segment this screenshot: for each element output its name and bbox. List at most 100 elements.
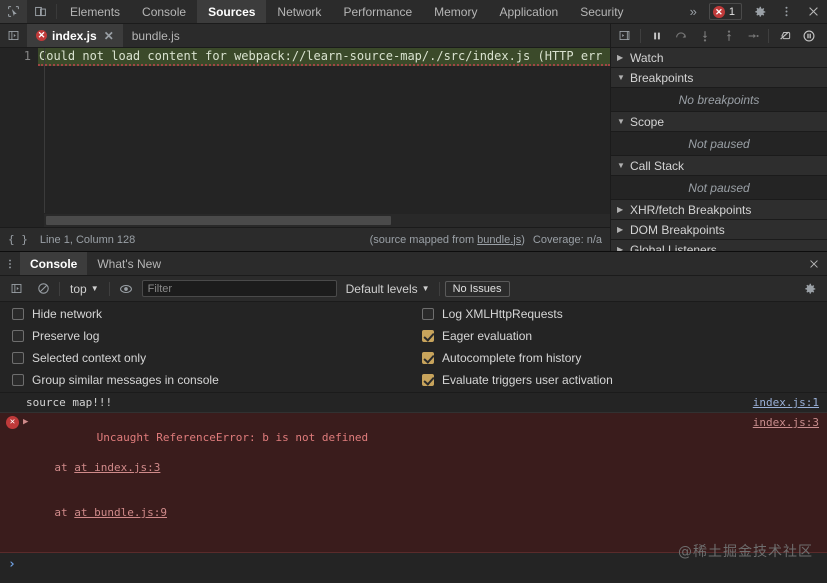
issues-button[interactable]: No Issues [444, 280, 510, 297]
deactivate-breakpoints-button[interactable] [773, 26, 796, 46]
console-error-message[interactable]: ✕ ▶ Uncaught ReferenceError: b is not de… [0, 413, 827, 553]
source-mapped-note: (source mapped from bundle.js) [370, 234, 525, 246]
console-log-message[interactable]: source map!!! index.js:1 [0, 393, 827, 413]
scrollbar-thumb[interactable] [46, 216, 391, 225]
section-call-stack[interactable]: ▼ Call Stack [611, 156, 827, 176]
message-source-link[interactable]: index.js:3 [743, 415, 819, 430]
file-tab-close-icon[interactable]: ✕ [104, 29, 114, 43]
section-watch[interactable]: ▶ Watch [611, 48, 827, 68]
close-drawer-icon[interactable] [801, 252, 827, 275]
section-breakpoints[interactable]: ▼ Breakpoints [611, 68, 827, 88]
section-title: Call Stack [630, 158, 685, 173]
setting-eager-evaluation[interactable]: Eager evaluation [422, 329, 827, 343]
setting-evaluate-triggers-user-activation[interactable]: Evaluate triggers user activation [422, 373, 827, 387]
checkbox[interactable] [422, 352, 434, 364]
tab-memory[interactable]: Memory [423, 0, 488, 23]
console-sidebar-icon[interactable] [5, 279, 27, 299]
main-tabbar-right: » ✕ 1 [682, 0, 827, 23]
section-xhr-fetch-breakpoints[interactable]: ▶ XHR/fetch Breakpoints [611, 200, 827, 220]
setting-autocomplete-from-history[interactable]: Autocomplete from history [422, 351, 827, 365]
file-tabbar: ✕ index.js ✕ bundle.js [0, 24, 610, 48]
close-icon[interactable] [800, 0, 827, 23]
code-editor[interactable]: 1 Could not load content for webpack://l… [0, 48, 610, 227]
source-mapped-file-link[interactable]: bundle.js [477, 234, 521, 246]
checkbox[interactable] [12, 308, 24, 320]
message-text: source map!!! [26, 396, 113, 409]
file-tab-bundle-js[interactable]: bundle.js [123, 24, 189, 47]
checkbox[interactable] [422, 308, 434, 320]
drawer-tab-whats-new[interactable]: What's New [87, 252, 171, 275]
setting-label: Hide network [32, 307, 103, 321]
section-global-listeners[interactable]: ▶ Global Listeners [611, 240, 827, 251]
file-tab-label: bundle.js [131, 28, 180, 43]
more-options-icon[interactable] [773, 0, 800, 23]
checkbox[interactable] [422, 374, 434, 386]
code-content[interactable]: Could not load content for webpack://lea… [38, 48, 610, 66]
editor-horizontal-scrollbar[interactable] [44, 214, 610, 227]
console-filter-input[interactable] [141, 280, 337, 297]
tab-console[interactable]: Console [131, 0, 197, 23]
status-bar-right: (source mapped from bundle.js) Coverage:… [370, 234, 602, 246]
pause-resume-script-button[interactable] [645, 26, 668, 46]
step-into-button[interactable] [693, 26, 716, 46]
stack-link[interactable]: at index.js:3 [74, 461, 160, 474]
step-out-button[interactable] [717, 26, 740, 46]
toolbar-divider [108, 281, 110, 296]
tab-security[interactable]: Security [569, 0, 634, 23]
setting-label: Group similar messages in console [32, 373, 219, 387]
setting-log-xmlhttprequests[interactable]: Log XMLHttpRequests [422, 307, 827, 321]
live-expression-icon[interactable] [115, 279, 137, 299]
error-count-badge[interactable]: ✕ 1 [708, 3, 742, 20]
error-icon: ✕ [712, 5, 725, 18]
line-number: 1 [0, 48, 38, 66]
show-navigator-icon[interactable] [0, 24, 27, 47]
section-title: Watch [630, 50, 664, 65]
section-scope[interactable]: ▼ Scope [611, 112, 827, 132]
tab-elements[interactable]: Elements [59, 0, 131, 23]
step-over-button[interactable] [669, 26, 692, 46]
checkbox[interactable] [422, 330, 434, 342]
log-levels-selector[interactable]: Default levels ▼ [342, 281, 434, 297]
setting-preserve-log[interactable]: Preserve log [12, 329, 420, 343]
editor-column: ✕ index.js ✕ bundle.js 1 Could not load … [0, 24, 610, 251]
step-button[interactable] [741, 26, 764, 46]
gear-icon[interactable] [746, 0, 773, 23]
console-prompt[interactable]: › @稀土掘金技术社区 [0, 544, 827, 583]
checkbox[interactable] [12, 374, 24, 386]
stack-link[interactable]: at bundle.js:9 [74, 506, 167, 519]
editor-status-bar: { } Line 1, Column 128 (source mapped fr… [0, 227, 610, 251]
setting-hide-network[interactable]: Hide network [12, 307, 420, 321]
inspect-cursor-icon[interactable] [0, 0, 27, 23]
tab-application[interactable]: Application [488, 0, 569, 23]
drawer-tabbar: Console What's New [0, 252, 827, 276]
section-dom-breakpoints[interactable]: ▶ DOM Breakpoints [611, 220, 827, 240]
setting-selected-context-only[interactable]: Selected context only [12, 351, 420, 365]
checkbox[interactable] [12, 330, 24, 342]
device-toolbar-icon[interactable] [27, 0, 54, 23]
more-tabs-icon[interactable]: » [682, 0, 705, 23]
checkbox[interactable] [12, 352, 24, 364]
console-settings-gear-icon[interactable] [798, 282, 822, 296]
panel-tabs: Elements Console Sources Network Perform… [59, 0, 682, 23]
expand-arrow-icon[interactable]: ▶ [23, 415, 28, 430]
execution-context-selector[interactable]: top ▼ [65, 281, 104, 297]
drawer-tab-console[interactable]: Console [20, 252, 88, 275]
setting-group-similar-messages[interactable]: Group similar messages in console [12, 373, 420, 387]
console-settings-panel: Hide network Preserve log Selected conte… [0, 302, 827, 393]
sources-row: ✕ index.js ✕ bundle.js 1 Could not load … [0, 24, 827, 251]
file-tab-index-js[interactable]: ✕ index.js ✕ [27, 24, 123, 47]
stack-frame-2: at at bundle.js:9 [54, 506, 168, 519]
toolbar-divider [640, 28, 641, 43]
pretty-print-icon[interactable]: { } [8, 233, 28, 246]
toolbar-divider [59, 281, 60, 296]
pause-on-exceptions-button[interactable] [797, 26, 820, 46]
message-source-link[interactable]: index.js:1 [743, 395, 819, 410]
show-debugger-sidebar-icon[interactable] [613, 26, 636, 46]
tab-sources[interactable]: Sources [197, 0, 267, 23]
tab-network[interactable]: Network [266, 0, 332, 23]
debugger-toolbar [611, 24, 827, 48]
drawer-more-options-icon[interactable] [0, 252, 20, 275]
clear-console-icon[interactable] [32, 279, 54, 299]
section-title: Global Listeners [630, 242, 717, 252]
tab-performance[interactable]: Performance [332, 0, 423, 23]
